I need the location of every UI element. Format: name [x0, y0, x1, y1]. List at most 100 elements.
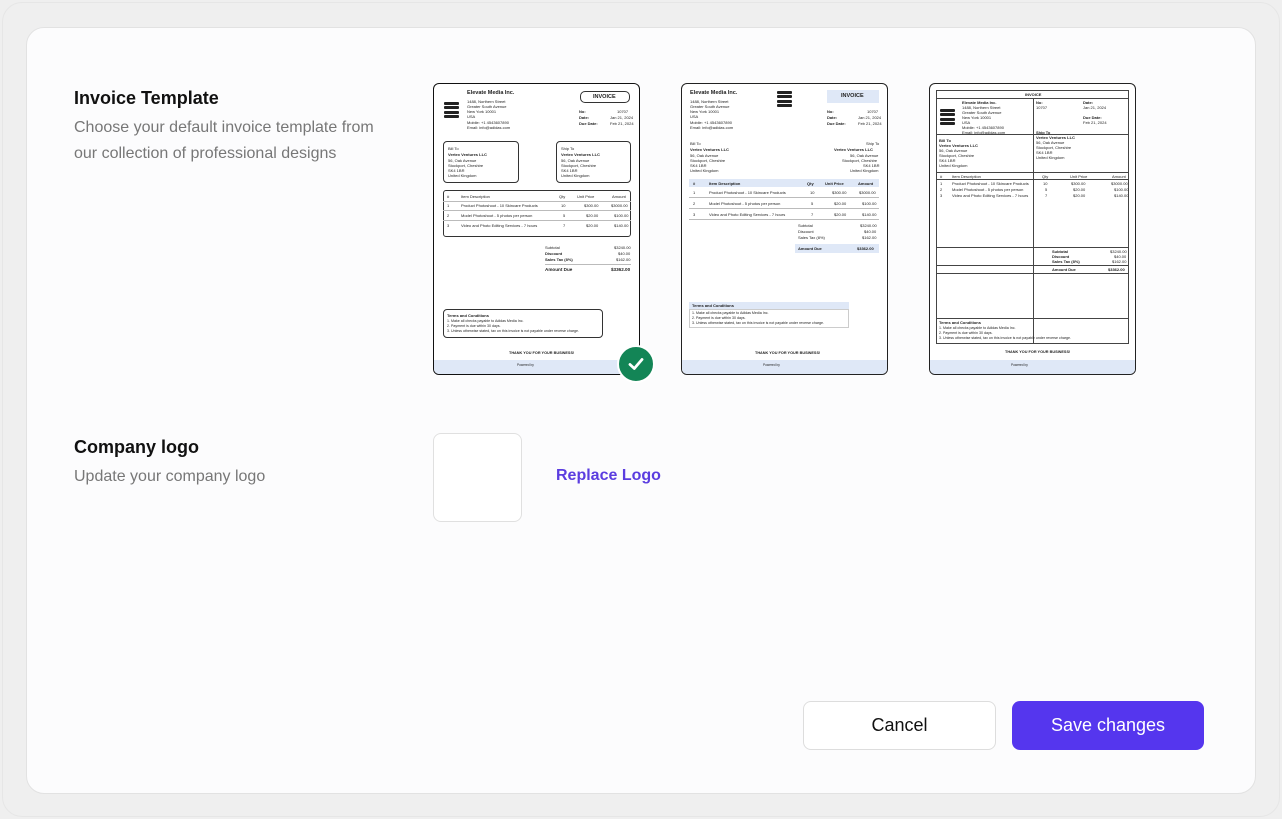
mini-value: $3362.00 [611, 267, 631, 272]
mini-cell: $20.00 [586, 223, 599, 228]
mini-divider [689, 208, 879, 209]
mini-cell: $300.00 [584, 203, 599, 208]
mini-client: Vertex Ventures LLC [690, 147, 729, 152]
mini-label: Due Date: [827, 121, 846, 126]
mini-cell: $100.00 [614, 213, 629, 218]
mini-cell: $140.00 [1114, 193, 1129, 198]
mini-divider [936, 265, 1129, 266]
mini-terms-line: 3. Unless otherwise stated, tax on this … [447, 329, 580, 333]
mini-col: # [693, 181, 696, 186]
mini-label: Bill To [448, 146, 459, 151]
mini-cell: $3000.00 [859, 190, 876, 195]
mini-terms-title: Terms and Conditions [447, 313, 489, 318]
mini-address-line: United Kingdom [1036, 155, 1065, 160]
mini-client: Vertex Ventures LLC [448, 152, 487, 157]
mini-email: Email: info@adidas.com [467, 125, 511, 130]
mini-value: $3240.00 [614, 245, 631, 250]
mini-value: $3362.00 [857, 246, 874, 251]
mini-company: Elevate Media Inc. [467, 90, 515, 96]
mini-cell: $20.00 [834, 212, 847, 217]
mini-cell: Model Photoshoot - 5 photos per person [709, 201, 781, 206]
mini-cell: $20.00 [1073, 193, 1086, 198]
mini-cell: 1 [447, 203, 450, 208]
mini-label: Sales Tax (8%) [545, 257, 573, 262]
mini-value: Jan 21, 2024 [610, 115, 634, 120]
mini-client: Vertex Ventures LLC [561, 152, 600, 157]
mini-value: $3240.00 [860, 223, 877, 228]
mini-email: Email: info@adidas.com [690, 125, 734, 130]
company-logo-title: Company logo [74, 437, 199, 457]
mini-value: Feb 21, 2024 [858, 121, 882, 126]
mini-client: Vertex Ventures LLC [834, 147, 873, 152]
mini-divider [936, 273, 1129, 274]
mini-value: $3362.00 [1108, 267, 1125, 272]
mini-address-line: USA [467, 114, 476, 119]
mini-cell: Model Photoshoot - 5 photos per person [952, 187, 1024, 192]
mini-cell: 7 [811, 212, 814, 217]
invoice-template-option-3[interactable]: INVOICE Elevate Media Inc. 1488, Norther… [929, 83, 1136, 375]
company-logo-icon [940, 109, 955, 125]
mini-cell: 1 [940, 181, 943, 186]
mini-cell: 10 [810, 190, 815, 195]
mini-cell: $3000.00 [1111, 181, 1128, 186]
mini-address-line: United Kingdom [561, 173, 590, 178]
mini-label: Due Date: [579, 121, 598, 126]
mini-cell: 5 [1045, 187, 1048, 192]
mini-terms-title: Terms and Conditions [692, 303, 734, 308]
mini-value: $162.00 [1112, 259, 1127, 264]
mini-address-line: United Kingdom [850, 168, 879, 173]
mini-terms-line: 3. Unless otherwise stated, tax on this … [939, 336, 1072, 340]
mini-divider [545, 264, 631, 265]
mini-col: Amount [612, 194, 626, 199]
mini-powered: Powered by [763, 363, 780, 367]
mini-address-line: United Kingdom [939, 163, 968, 168]
cancel-button[interactable]: Cancel [803, 701, 996, 750]
mini-divider [689, 219, 879, 220]
mini-cell: $20.00 [834, 201, 847, 206]
mini-cell: Video and Photo Editing Services - 7 hou… [709, 212, 786, 217]
mini-cell: 5 [811, 201, 814, 206]
invoice-template-option-2[interactable]: Elevate Media Inc. 1488, Northern Street… [681, 83, 888, 375]
mini-cell: 3 [447, 223, 450, 228]
mini-label: Subtotal [545, 245, 560, 250]
mini-divider [936, 134, 1129, 135]
mini-cell: $140.00 [862, 212, 877, 217]
mini-cell: Product Photoshoot - 10 Skincare Product… [952, 181, 1029, 186]
mini-label: Sales Tax (8%) [798, 235, 825, 240]
mini-thanks: THANK YOU FOR YOUR BUSINESS! [509, 351, 575, 355]
mini-address-line: United Kingdom [690, 168, 719, 173]
mini-powered: Powered by [1011, 363, 1028, 367]
mini-label: Discount [798, 229, 814, 234]
mini-label: No: [827, 109, 834, 114]
mini-cell: 10 [1043, 181, 1048, 186]
mini-cell: $140.00 [614, 223, 629, 228]
mini-powered: Powered by [517, 363, 534, 367]
mini-cell: Model Photoshoot - 5 photos per person [461, 213, 533, 218]
logo-preview[interactable] [433, 433, 522, 522]
replace-logo-link[interactable]: Replace Logo [556, 467, 661, 485]
mini-heading: INVOICE [1025, 92, 1042, 97]
mini-label: Ship To [561, 146, 575, 151]
mini-cell: $20.00 [586, 213, 599, 218]
mini-cell: $100.00 [862, 201, 877, 206]
mini-cell: $300.00 [1071, 181, 1086, 186]
mini-cell: 2 [940, 187, 943, 192]
mini-col: Qty [807, 181, 814, 186]
mini-cell: $100.00 [1114, 187, 1129, 192]
mini-value: Feb 21, 2024 [1083, 120, 1107, 125]
mini-value: $162.00 [616, 257, 631, 262]
invoice-template-description: Choose your default invoice template fro… [74, 119, 374, 162]
mini-divider [936, 318, 1129, 319]
mini-divider [936, 247, 1129, 248]
mini-col: Unit Price [825, 181, 844, 186]
save-changes-button[interactable]: Save changes [1012, 701, 1204, 750]
mini-label: Date: [827, 115, 838, 120]
mini-value: 10707 [1036, 105, 1048, 110]
invoice-template-option-1[interactable]: Elevate Media Inc. 1488, Northern Street… [433, 83, 640, 375]
mini-divider [689, 197, 879, 198]
company-logo-icon [777, 91, 792, 107]
mini-terms-line: 3. Unless otherwise stated, tax on this … [692, 321, 825, 325]
mini-divider [443, 220, 631, 221]
company-logo-icon [444, 102, 459, 118]
mini-value: Jan 21, 2024 [1083, 105, 1107, 110]
